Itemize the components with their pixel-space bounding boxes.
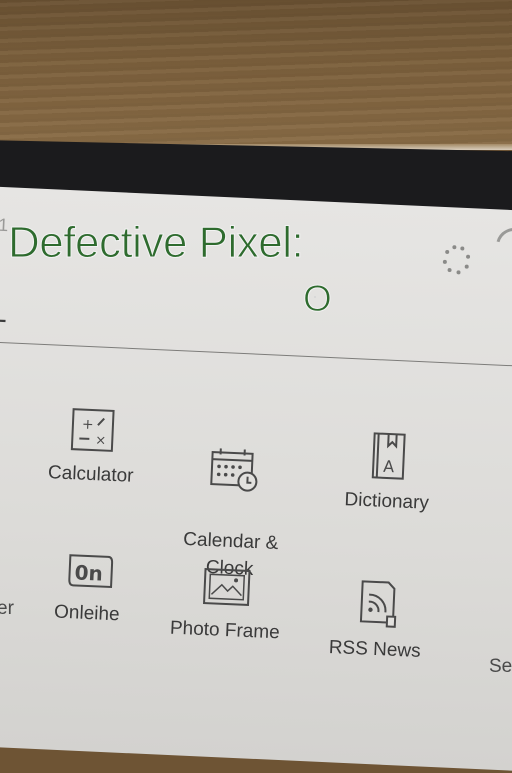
partial-app-label-left: er (0, 598, 14, 620)
partial-app-label-right: Se (489, 656, 512, 678)
app-onleihe[interactable]: 0n Onleihe (26, 545, 149, 629)
svg-text:A: A (383, 457, 395, 476)
overlay-caption: Defective Pixel: (8, 218, 303, 268)
app-rss-news[interactable]: RSS News (314, 575, 438, 665)
app-label: Calculator (30, 458, 151, 490)
section-letter-heading: L (0, 305, 7, 329)
onleihe-icon: 0n (61, 547, 117, 595)
app-label: Photo Frame (164, 614, 285, 646)
app-photo-frame[interactable]: Photo Frame (164, 562, 287, 646)
app-label: Onleihe (26, 597, 147, 629)
app-label: RSS News (314, 633, 435, 665)
defective-pixel (314, 296, 316, 298)
svg-text:0n: 0n (74, 560, 103, 585)
app-dictionary[interactable]: A Dictionary (326, 427, 450, 517)
rss-news-icon (351, 577, 403, 631)
calendar-clock-icon (205, 444, 263, 496)
dictionary-icon: A (363, 429, 415, 483)
svg-text:+: + (82, 417, 94, 433)
svg-text:×: × (95, 433, 107, 448)
section-divider (0, 342, 512, 368)
defective-pixel-marker: O (303, 278, 332, 320)
wooden-table-background (0, 0, 512, 150)
calculator-icon: + × (67, 404, 119, 456)
photo-frame-icon (199, 564, 255, 612)
app-calculator[interactable]: + × Calculator (30, 402, 154, 490)
app-label: Dictionary (326, 485, 447, 517)
